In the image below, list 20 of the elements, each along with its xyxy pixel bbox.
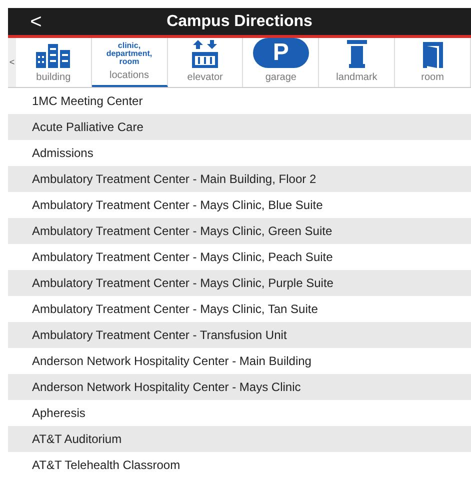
location-row[interactable]: AT&T Auditorium [8,426,471,452]
category-tab[interactable]: elevator [168,38,244,87]
location-row[interactable]: Anderson Network Hospitality Center - Mays Clinic [8,374,471,400]
category-tab[interactable]: P garage [243,38,320,87]
back-button[interactable]: < [26,6,46,36]
window-title: Campus Directions [166,12,314,32]
buildings-icon [36,44,70,68]
location-row[interactable]: Ambulatory Treatment Center - Transfusion Unit [8,322,471,348]
category-tab[interactable]: room [395,38,471,87]
location-row[interactable]: Ambulatory Treatment Center - Main Building, Floor 2 [8,166,471,192]
location-row[interactable]: Ambulatory Treatment Center - Mays Clinic, Green Suite [8,218,471,244]
column-icon [346,40,367,68]
tab-icon-text: clinic, department, room [105,42,154,66]
location-row[interactable]: Acute Palliative Care [8,114,471,140]
category-tab[interactable]: building [16,38,92,87]
location-row[interactable]: Ambulatory Treatment Center - Mays Clinic, Purple Suite [8,270,471,296]
door-icon [422,42,443,68]
scroll-left-button[interactable]: < [8,38,16,87]
parking-icon: P [252,38,309,68]
category-tab[interactable]: landmark [319,38,396,87]
